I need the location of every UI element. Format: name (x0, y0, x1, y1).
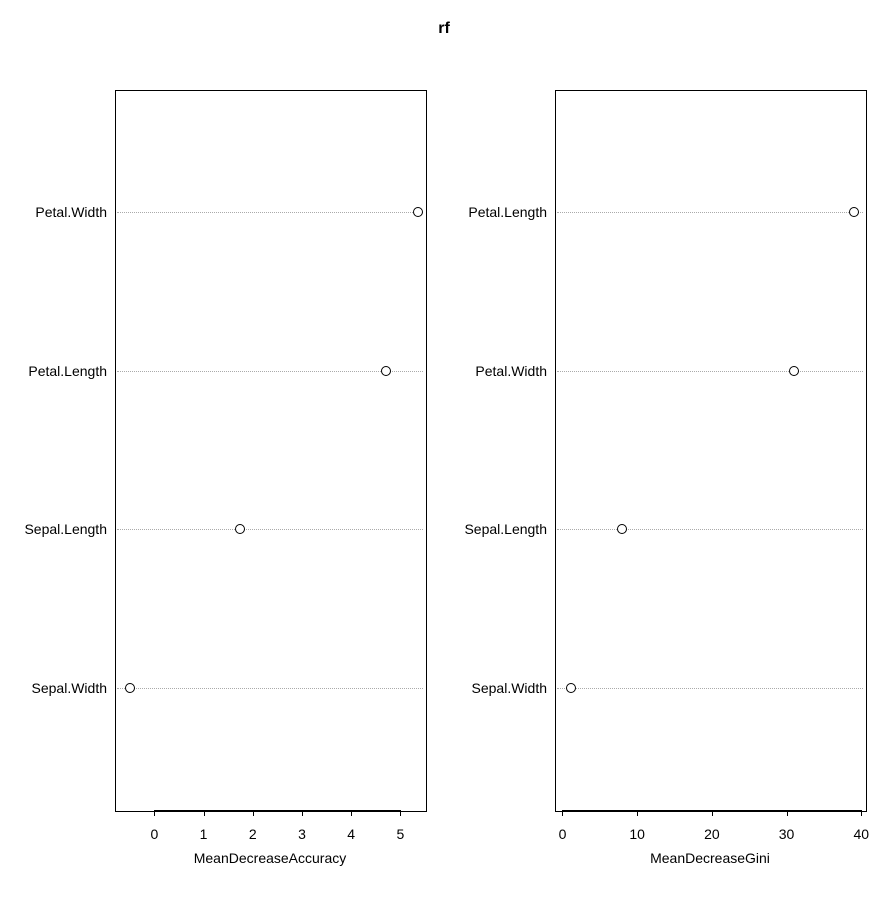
x-tick-mark (637, 810, 638, 816)
x-tick-mark (787, 810, 788, 816)
x-tick-mark (712, 810, 713, 816)
x-tick-mark (562, 810, 563, 816)
y-category-label: Petal.Length (455, 204, 547, 220)
x-tick-label: 10 (629, 826, 645, 842)
x-tick-mark (861, 810, 862, 816)
plot-box (555, 90, 867, 812)
grid-line (557, 212, 863, 213)
y-category-label: Sepal.Width (455, 680, 547, 696)
grid-line (557, 529, 863, 530)
data-point (566, 683, 576, 693)
grid-line (557, 371, 863, 372)
data-point (849, 207, 859, 217)
chart-panel-1: Petal.Length Petal.Width Sepal.Length Sepal… (0, 0, 888, 900)
x-tick-label: 20 (704, 826, 720, 842)
x-axis-label: MeanDecreaseGini (555, 850, 865, 866)
y-category-label: Sepal.Length (455, 521, 547, 537)
x-tick-label: 30 (779, 826, 795, 842)
x-tick-label: 40 (853, 826, 869, 842)
y-category-label: Petal.Width (455, 363, 547, 379)
x-tick-label: 0 (559, 826, 567, 842)
data-point (789, 366, 799, 376)
data-point (617, 524, 627, 534)
grid-line (557, 688, 863, 689)
